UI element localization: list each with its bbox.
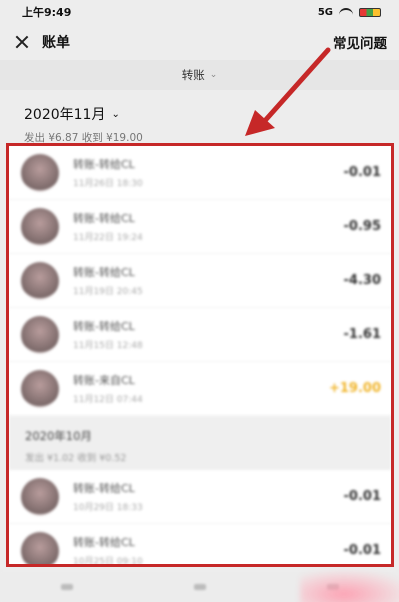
tx-amount: -0.01 bbox=[343, 543, 381, 558]
tx-amount: -0.01 bbox=[343, 165, 381, 180]
decorative-blob bbox=[300, 570, 399, 602]
battery-icon bbox=[359, 7, 381, 17]
month-summary: 发出 ¥1.02 收到 ¥0.52 bbox=[25, 453, 127, 464]
avatar bbox=[21, 153, 59, 192]
avatar bbox=[21, 477, 59, 516]
toolbar-dot bbox=[60, 584, 73, 590]
tx-name: 转账-来自CL bbox=[73, 374, 135, 387]
tx-amount: -4.30 bbox=[343, 273, 381, 288]
avatar bbox=[21, 531, 59, 564]
tx-name: 转账-转给CL bbox=[73, 536, 135, 549]
toolbar-dot bbox=[193, 584, 206, 590]
tx-amount: +19.00 bbox=[328, 381, 381, 396]
chevron-down-icon: ⌄ bbox=[111, 108, 120, 120]
faq-link[interactable]: 常见问题 bbox=[333, 32, 387, 52]
table-row[interactable]: 转账-转给CL 11月19日 20:45 -4.30 bbox=[9, 254, 391, 308]
month-header-october[interactable]: 2020年10月 发出 ¥1.02 收到 ¥0.52 bbox=[9, 416, 391, 470]
table-row[interactable]: 转账-转给CL 10月29日 18:33 -0.01 bbox=[9, 470, 391, 524]
table-row[interactable]: 转账-来自CL 11月12日 07:44 +19.00 bbox=[9, 362, 391, 416]
tx-name: 转账-转给CL bbox=[73, 320, 135, 333]
tx-time: 10月29日 18:33 bbox=[73, 503, 143, 513]
tx-time: 11月19日 20:45 bbox=[73, 287, 143, 297]
status-time: 上午9:49 bbox=[22, 6, 72, 19]
avatar bbox=[21, 207, 59, 246]
tx-amount: -0.95 bbox=[343, 219, 381, 234]
tx-time: 11月15日 12:48 bbox=[73, 341, 143, 351]
status-icons: 5G bbox=[318, 7, 381, 18]
tx-time: 11月12日 07:44 bbox=[73, 395, 143, 405]
tx-name: 转账-转给CL bbox=[73, 158, 135, 171]
signal-icon: 5G bbox=[317, 6, 333, 18]
month-title: 2020年11月 bbox=[24, 107, 106, 123]
table-row[interactable]: 转账-转给CL 11月26日 18:30 -0.01 bbox=[9, 146, 391, 200]
tx-time: 11月26日 18:30 bbox=[73, 179, 143, 189]
month-title: 2020年10月 bbox=[25, 429, 92, 443]
filter-dropdown[interactable]: 转账 ⌄ bbox=[0, 60, 399, 90]
tx-name: 转账-转给CL bbox=[73, 482, 135, 495]
tx-name: 转账-转给CL bbox=[73, 266, 135, 279]
avatar bbox=[21, 369, 59, 408]
tx-name: 转账-转给CL bbox=[73, 212, 135, 225]
nav-bar: 账单 常见问题 bbox=[0, 24, 399, 60]
wifi-icon bbox=[339, 8, 353, 16]
transaction-list: 转账-转给CL 11月26日 18:30 -0.01 转账-转给CL 11月22… bbox=[6, 143, 394, 567]
chevron-down-icon: ⌄ bbox=[209, 70, 218, 80]
status-bar: 上午9:49 5G bbox=[0, 0, 399, 24]
tx-amount: -0.01 bbox=[343, 489, 381, 504]
month-selector[interactable]: 2020年11月 ⌄ bbox=[24, 104, 375, 124]
close-icon[interactable] bbox=[12, 32, 32, 52]
table-row[interactable]: 转账-转给CL 11月15日 12:48 -1.61 bbox=[9, 308, 391, 362]
tx-time: 10月25日 09:10 bbox=[73, 557, 143, 567]
table-row[interactable]: 转账-转给CL 10月25日 09:10 -0.01 bbox=[9, 524, 391, 567]
page-title: 账单 bbox=[42, 35, 70, 51]
table-row[interactable]: 转账-转给CL 11月22日 19:24 -0.95 bbox=[9, 200, 391, 254]
tx-time: 11月22日 19:24 bbox=[73, 233, 143, 243]
tx-amount: -1.61 bbox=[343, 327, 381, 342]
avatar bbox=[21, 261, 59, 300]
avatar bbox=[21, 315, 59, 354]
filter-label: 转账 bbox=[181, 68, 205, 82]
